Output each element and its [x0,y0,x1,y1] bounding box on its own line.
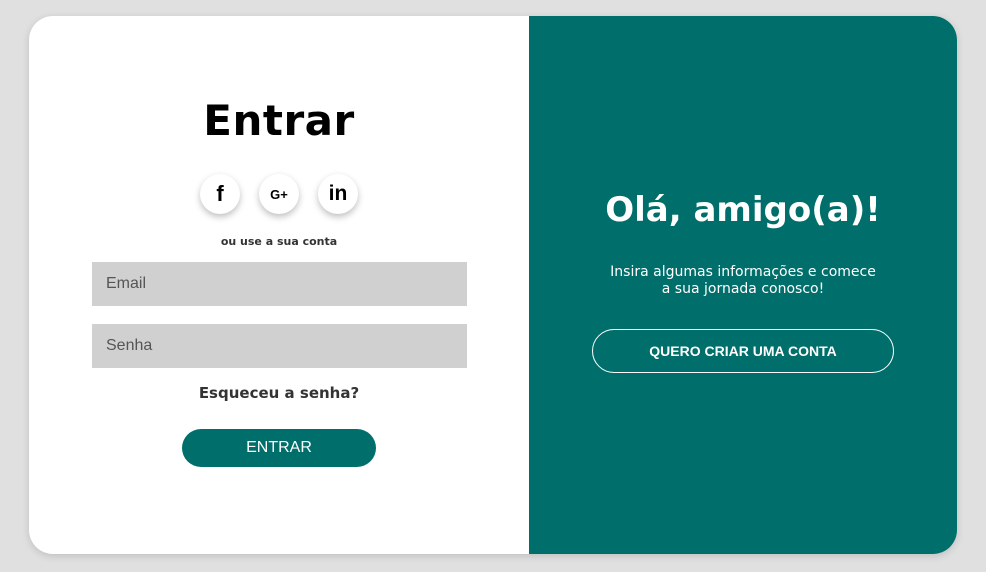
login-button[interactable]: ENTRAR [182,429,376,467]
facebook-icon: f [216,181,224,206]
signup-description: Insira algumas informações e comece a su… [593,264,893,298]
greeting-heading: Olá, amigo(a)! [605,190,881,230]
use-account-text: ou use a sua conta [220,235,338,248]
auth-card: Entrar f G+ in ou use a sua conta Esquec… [29,16,957,554]
social-login-group: f G+ in [200,174,360,216]
linkedin-icon: in [328,182,348,205]
google-plus-icon: G+ [270,186,288,202]
linkedin-login-button[interactable]: in [318,174,358,214]
facebook-login-button[interactable]: f [200,174,240,214]
signup-panel: Olá, amigo(a)! Insira algumas informaçõe… [529,16,957,554]
forgot-password-link[interactable]: Esqueceu a senha? [29,384,529,402]
google-plus-login-button[interactable]: G+ [259,174,299,214]
email-field[interactable] [92,262,467,306]
login-panel: Entrar f G+ in ou use a sua conta Esquec… [29,16,529,554]
password-field[interactable] [92,324,467,368]
create-account-button[interactable]: QUERO CRIAR UMA CONTA [592,329,894,373]
login-title: Entrar [203,96,355,145]
signup-description-line1: Insira algumas informações e comece [610,264,876,280]
signup-description-line2: a sua jornada conosco! [661,281,825,297]
